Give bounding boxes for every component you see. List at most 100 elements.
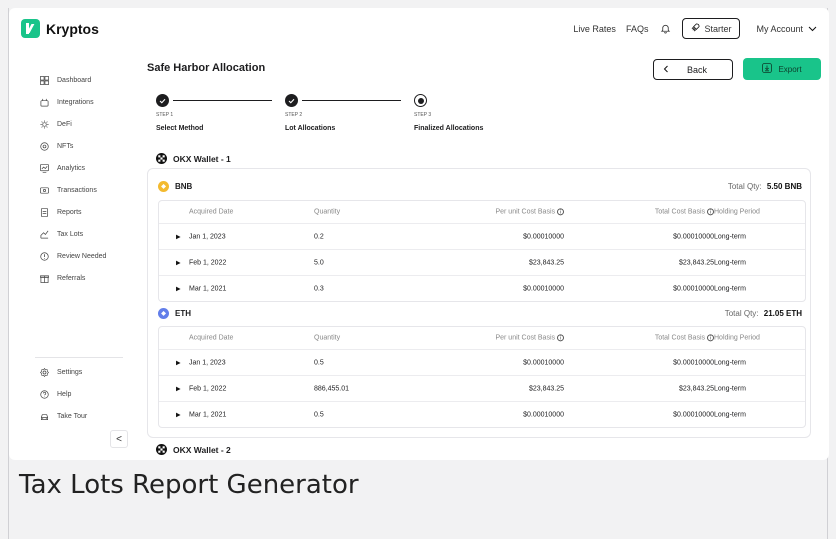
coin-total: Total Qty: 21.05 ETH (725, 309, 802, 318)
col-unit-cost: Per unit Cost Basis i (429, 334, 564, 342)
kryptos-logo-icon (21, 19, 40, 38)
table-row[interactable]: ▶ Feb 1, 2022 886,455.01 $23,843.25 $23,… (159, 375, 805, 401)
sidebar-divider (35, 357, 123, 358)
sidebar-item-defi[interactable]: DeFi (39, 119, 72, 129)
back-button[interactable]: Back (653, 59, 733, 80)
sidebar-item-review-needed[interactable]: Review Needed (39, 251, 106, 261)
sidebar-item-take-tour[interactable]: Take Tour (39, 411, 87, 421)
coin-label: ◆ ETH (158, 308, 191, 319)
expand-arrow-icon[interactable]: ▶ (176, 411, 181, 418)
reports-icon (39, 207, 49, 217)
live-rates-link[interactable]: Live Rates (573, 24, 616, 34)
export-label: Export (778, 64, 802, 74)
cell-unit-cost: $0.00010000 (523, 359, 564, 366)
lots-table-bnb: Acquired Date Quantity Per unit Cost Bas… (158, 200, 806, 302)
cell-holding: Long-term (714, 359, 746, 366)
cell-qty: 0.3 (314, 285, 324, 292)
sidebar-item-analytics[interactable]: Analytics (39, 163, 85, 173)
sidebar-item-transactions[interactable]: Transactions (39, 185, 97, 195)
table-row[interactable]: ▶ Mar 1, 2021 0.5 $0.00010000 $0.0001000… (159, 401, 805, 427)
table-row[interactable]: ▶ Mar 1, 2021 0.3 $0.00010000 $0.0001000… (159, 275, 805, 301)
col-total-cost: Total Cost Basis i (554, 334, 714, 342)
analytics-icon (39, 163, 49, 173)
expand-arrow-icon[interactable]: ▶ (176, 359, 181, 366)
sidebar-item-label: NFTs (57, 142, 74, 150)
sidebar-item-settings[interactable]: Settings (39, 367, 82, 377)
cell-holding: Long-term (714, 385, 746, 392)
table-row[interactable]: ▶ Feb 1, 2022 5.0 $23,843.25 $23,843.25 … (159, 249, 805, 275)
sidebar-item-label: DeFi (57, 120, 72, 128)
caption: Tax Lots Report Generator (19, 470, 359, 500)
okx-icon (156, 444, 167, 455)
wallet-header[interactable]: OKX Wallet - 1 (156, 153, 231, 164)
cell-qty: 0.2 (314, 233, 324, 240)
cell-qty: 5.0 (314, 259, 324, 266)
cell-unit-cost: $23,843.25 (528, 259, 564, 266)
col-total-cost: Total Cost Basis i (554, 208, 714, 216)
col-unit-cost-label: Per unit Cost Basis (495, 334, 555, 342)
table-row[interactable]: ▶ Jan 1, 2023 0.5 $0.00010000 $0.0001000… (159, 349, 805, 375)
cell-total-cost: $0.00010000 (673, 233, 714, 240)
expand-arrow-icon[interactable]: ▶ (176, 285, 181, 292)
col-unit-cost: Per unit Cost Basis i (429, 208, 564, 216)
plan-button[interactable]: Starter (682, 18, 741, 39)
sidebar-item-tax-lots[interactable]: Tax Lots (39, 229, 83, 239)
col-acquired-date: Acquired Date (189, 334, 234, 342)
coin-label: ◆ BNB (158, 181, 192, 192)
tax-lots-icon (39, 229, 49, 239)
account-menu[interactable]: My Account (756, 24, 817, 34)
cell-holding: Long-term (714, 233, 746, 240)
logo[interactable]: Kryptos (21, 19, 99, 38)
expand-arrow-icon[interactable]: ▶ (176, 259, 181, 266)
expand-arrow-icon[interactable]: ▶ (176, 233, 181, 240)
cell-unit-cost: $0.00010000 (523, 285, 564, 292)
export-button[interactable]: Export (743, 58, 821, 80)
sidebar-item-dashboard[interactable]: Dashboard (39, 75, 91, 85)
sidebar-item-reports[interactable]: Reports (39, 207, 82, 217)
collapse-sidebar-button[interactable]: < (110, 430, 128, 448)
cell-date: Jan 1, 2023 (189, 233, 226, 240)
info-icon[interactable]: i (707, 208, 714, 216)
screenshot-frame: Kryptos Live Rates FAQs Starter My Accou… (8, 8, 829, 539)
sidebar-item-label: Review Needed (57, 252, 107, 260)
step-3-active-icon (414, 94, 427, 107)
step-name: Finalized Allocations (414, 125, 484, 132)
rocket-icon (691, 23, 700, 34)
account-label: My Account (756, 23, 803, 34)
table-row[interactable]: ▶ Jan 1, 2023 0.2 $0.00010000 $0.0001000… (159, 223, 805, 249)
info-icon[interactable]: i (707, 334, 714, 342)
step-name: Lot Allocations (285, 125, 336, 132)
coin-symbol: ETH (175, 309, 191, 318)
sidebar-item-nfts[interactable]: NFTs (39, 141, 73, 151)
cell-date: Mar 1, 2021 (189, 285, 227, 292)
coin-total: Total Qty: 5.50 BNB (728, 182, 802, 191)
wallet-name: OKX Wallet - 1 (173, 153, 231, 164)
help-icon (39, 389, 49, 399)
faqs-link[interactable]: FAQs (626, 24, 649, 34)
sidebar-item-label: Take Tour (57, 412, 88, 420)
settings-icon (39, 367, 49, 377)
app-name: Kryptos (46, 20, 99, 37)
defi-icon (39, 119, 49, 129)
sidebar: Dashboard Integrations DeFi NFTs Analyti… (9, 50, 134, 460)
cell-qty: 0.5 (314, 359, 324, 366)
chevron-left-icon: < (116, 433, 122, 445)
sidebar-item-integrations[interactable]: Integrations (39, 97, 94, 107)
cell-qty: 886,455.01 (314, 385, 350, 392)
download-icon (762, 63, 773, 75)
step-number: STEP 1 (156, 112, 174, 118)
sidebar-item-label: Integrations (57, 98, 94, 106)
expand-arrow-icon[interactable]: ▶ (176, 385, 181, 392)
sidebar-item-referrals[interactable]: Referrals (39, 273, 85, 283)
cell-unit-cost: $0.00010000 (523, 233, 564, 240)
wallet-header[interactable]: OKX Wallet - 2 (156, 444, 231, 455)
sidebar-item-help[interactable]: Help (39, 389, 71, 399)
total-qty-value: 5.50 BNB (766, 182, 802, 191)
total-qty-label: Total Qty: (727, 182, 762, 191)
nft-icon (39, 141, 49, 151)
sidebar-item-label: Tax Lots (57, 230, 84, 238)
bell-icon[interactable] (658, 22, 672, 36)
cell-holding: Long-term (714, 259, 746, 266)
step-name: Select Method (156, 125, 204, 132)
step-2-check-icon (285, 94, 298, 107)
